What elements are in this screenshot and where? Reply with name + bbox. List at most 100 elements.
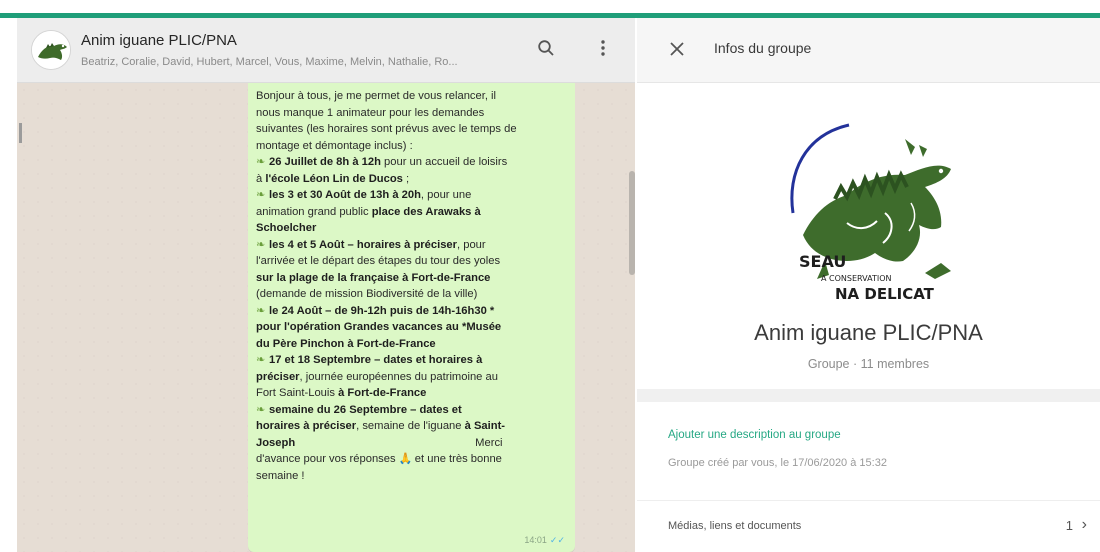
media-count: 1 bbox=[1065, 518, 1073, 533]
message-line: ❧ le 24 Août – de 9h-12h puis de 14h-16h3… bbox=[256, 303, 567, 320]
chat-title[interactable]: Anim iguane PLIC/PNA bbox=[81, 32, 237, 49]
message-time: 14:01 bbox=[524, 535, 547, 545]
search-icon[interactable] bbox=[532, 34, 560, 62]
group-created-info: Groupe créé par vous, le 17/06/2020 à 15… bbox=[668, 457, 887, 469]
message-line: ❧ semaine du 26 Septembre – dates et bbox=[256, 402, 567, 419]
message-bold-text: les 3 et 30 Août de 13h à 20h bbox=[269, 189, 421, 201]
message-line: ❧ les 4 et 5 Août – horaires à préciser, … bbox=[256, 237, 567, 254]
chat-scrollbar[interactable] bbox=[629, 171, 635, 275]
message-line: montage et démontage inclus) : bbox=[256, 138, 567, 155]
message-line: Joseph Merci bbox=[256, 435, 567, 452]
message-line: (demande de mission Biodiversité de la v… bbox=[256, 286, 567, 303]
chat-header[interactable]: Anim iguane PLIC/PNA Beatriz, Coralie, D… bbox=[17, 18, 635, 83]
message-bold-text: 17 et 18 Septembre – dates et horaires à bbox=[269, 354, 483, 366]
message-text-segment: suivantes (les horaires sont prévus avec… bbox=[256, 123, 517, 135]
message-text-segment: , pour une bbox=[420, 189, 472, 201]
chevron-right-icon: › bbox=[1081, 516, 1087, 533]
message-text-segment: Merci bbox=[475, 436, 503, 449]
close-icon[interactable] bbox=[663, 35, 691, 63]
message-line: préciser, journée européennes du patrimo… bbox=[256, 369, 567, 386]
message-line: horaires à préciser, semaine de l'iguane… bbox=[256, 418, 567, 435]
media-label: Médias, liens et documents bbox=[668, 520, 802, 532]
chat-body[interactable]: Bonjour à tous, je me permet de vous rel… bbox=[17, 83, 635, 552]
vertical-dots-icon[interactable] bbox=[589, 34, 617, 62]
message-bold-text: le 24 Août – de 9h-12h puis de 14h-16h30… bbox=[269, 304, 495, 317]
leaf-emoji: ❧ bbox=[256, 156, 266, 168]
message-line: l'arrivée et le départ des étapes du tou… bbox=[256, 253, 567, 270]
message-bold-text: du Père Pinchon à Fort-de-France bbox=[256, 337, 436, 350]
message-bold-text: les 4 et 5 Août – horaires à préciser bbox=[269, 238, 457, 251]
logo-text-3: NA DELICAT bbox=[835, 285, 935, 303]
panel-edge-mark bbox=[19, 123, 22, 143]
message-text-segment: (demande de mission Biodiversité de la v… bbox=[256, 288, 478, 300]
leaf-emoji: ❧ bbox=[256, 238, 266, 251]
message-bold-text: à Fort-de-France bbox=[338, 387, 427, 399]
leaf-emoji: ❧ bbox=[256, 354, 266, 366]
message-text-segment: et une très bonne bbox=[411, 453, 502, 465]
message-line: à l'école Léon Lin de Ducos ; bbox=[256, 171, 567, 188]
message-line: d'avance pour vos réponses 🙏 et une très… bbox=[256, 451, 567, 468]
logo-text-2: A CONSERVATION bbox=[821, 274, 891, 283]
group-info-panel: Infos du groupe SEAU A CONSERVATION NA D… bbox=[637, 18, 1100, 552]
message-text-segment: animation grand public bbox=[256, 205, 372, 218]
message-bubble[interactable]: Bonjour à tous, je me permet de vous rel… bbox=[248, 83, 575, 552]
message-text-segment: , pour bbox=[457, 238, 486, 251]
info-header: Infos du groupe bbox=[637, 18, 1100, 83]
message-line: Bonjour à tous, je me permet de vous rel… bbox=[256, 88, 567, 105]
message-bold-text: place des Arawaks à bbox=[371, 205, 481, 218]
praying-hands-emoji: 🙏 bbox=[398, 453, 413, 465]
message-line: du Père Pinchon à Fort-de-France bbox=[256, 336, 567, 353]
message-text-segment: Fort Saint-Louis bbox=[256, 387, 339, 399]
group-subtitle: Groupe · 11 membres bbox=[807, 357, 930, 371]
message-line: animation grand public place des Arawaks… bbox=[256, 204, 567, 221]
message-bold-text: Schoelcher bbox=[256, 222, 317, 234]
message-text: Bonjour à tous, je me permet de vous rel… bbox=[256, 88, 567, 484]
message-text-segment: semaine ! bbox=[256, 469, 305, 482]
message-text-segment: nous manque 1 animateur pour les demande… bbox=[256, 106, 485, 119]
message-bold-text: préciser bbox=[256, 370, 300, 383]
message-bold-text: à Saint- bbox=[464, 420, 506, 432]
message-line: ❧ 17 et 18 Septembre – dates et horaires … bbox=[256, 352, 567, 369]
message-meta: 14:01 ✓✓ bbox=[524, 535, 565, 546]
message-line: sur la plage de la française à Fort-de-F… bbox=[256, 270, 567, 287]
message-text-segment: d'avance pour vos réponses bbox=[256, 453, 399, 465]
message-text-segment: pour un accueil de loisirs bbox=[380, 156, 508, 168]
message-line: suivantes (les horaires sont prévus avec… bbox=[256, 121, 567, 138]
message-line: semaine ! bbox=[256, 468, 567, 485]
group-profile-card: SEAU A CONSERVATION NA DELICAT Anim igua… bbox=[637, 83, 1100, 389]
double-check-icon: ✓✓ bbox=[549, 535, 565, 545]
leaf-emoji: ❧ bbox=[256, 403, 266, 416]
logo-text-1: SEAU bbox=[799, 252, 846, 271]
message-bold-text: horaires à préciser bbox=[256, 420, 357, 432]
message-bold-text: sur la plage de la française à Fort-de-F… bbox=[256, 271, 491, 284]
message-text-segment: l'arrivée et le départ des étapes du tou… bbox=[256, 255, 501, 267]
message-bold-text: pour l'opération Grandes vacances au *Mu… bbox=[256, 321, 502, 333]
message-text-segment: montage et démontage inclus) : bbox=[256, 139, 413, 152]
group-description-card: Ajouter une description au groupe Groupe… bbox=[637, 402, 1100, 552]
message-bold-text: Joseph bbox=[256, 436, 296, 449]
info-header-title: Infos du groupe bbox=[714, 40, 812, 56]
message-line: nous manque 1 animateur pour les demande… bbox=[256, 105, 567, 122]
group-name[interactable]: Anim iguane PLIC/PNA bbox=[637, 320, 1100, 346]
message-text-segment: ; bbox=[402, 172, 410, 185]
message-line: ❧ 26 Juillet de 8h à 12h pour un accueil … bbox=[256, 154, 567, 171]
message-line: ❧ les 3 et 30 Août de 13h à 20h, pour une bbox=[256, 187, 567, 204]
message-line: Schoelcher bbox=[256, 220, 567, 237]
message-text-segment: à bbox=[256, 172, 266, 185]
add-description-link[interactable]: Ajouter une description au groupe bbox=[668, 429, 841, 441]
message-text-segment: , journée européennes du patrimoine au bbox=[299, 370, 498, 383]
leaf-emoji: ❧ bbox=[256, 304, 266, 317]
message-bold-text: 26 Juillet de 8h à 12h bbox=[269, 156, 381, 168]
group-picture[interactable]: SEAU A CONSERVATION NA DELICAT bbox=[765, 103, 969, 307]
message-bold-text: semaine du 26 Septembre – dates et bbox=[269, 403, 462, 416]
message-bold-text: l'école Léon Lin de Ducos bbox=[265, 172, 403, 185]
iguana-avatar-icon[interactable] bbox=[31, 30, 71, 70]
message-line: pour l'opération Grandes vacances au *Mu… bbox=[256, 319, 567, 336]
message-text-segment: Bonjour à tous, je me permet de vous rel… bbox=[256, 90, 497, 102]
chat-members-list: Beatriz, Coralie, David, Hubert, Marcel,… bbox=[81, 56, 458, 68]
chat-panel: Anim iguane PLIC/PNA Beatriz, Coralie, D… bbox=[17, 18, 635, 552]
message-text-segment: , semaine de l'iguane bbox=[356, 420, 465, 432]
media-links-docs-row[interactable]: Médias, liens et documents 1 › bbox=[637, 501, 1100, 552]
message-line: Fort Saint-Louis à Fort-de-France bbox=[256, 385, 567, 402]
leaf-emoji: ❧ bbox=[256, 189, 266, 201]
